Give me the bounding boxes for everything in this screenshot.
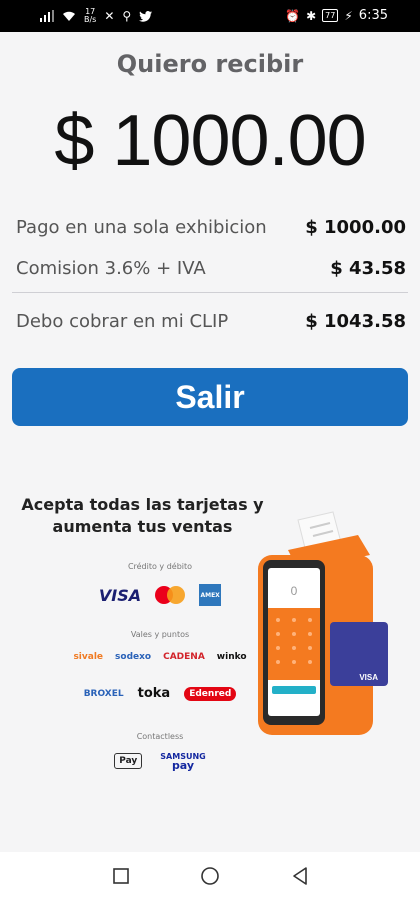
wifi-icon xyxy=(63,11,75,21)
row-value: $ 43.58 xyxy=(330,258,406,279)
summary-row-commission: Comision 3.6% + IVA $ 43.58 xyxy=(16,258,406,279)
cadeco-logo: CADENA xyxy=(163,652,205,662)
contactless-logos: Pay SAMSUNG pay xyxy=(40,752,280,772)
summary-row-total: Debo cobrar en mi CLIP $ 1043.58 xyxy=(16,311,406,332)
clock: 6:35 xyxy=(358,8,388,23)
divider xyxy=(12,292,408,293)
vouchers-label: Vales y puntos xyxy=(130,630,190,639)
bluetooth-icon: ✱ xyxy=(306,8,317,23)
exit-button[interactable]: Salir xyxy=(12,368,408,426)
page-title: Quiero recibir xyxy=(116,50,304,78)
voucher-logos-row1: sivale sodexo CADENA winko xyxy=(40,652,280,662)
data-speed: 17 B/s xyxy=(84,7,97,24)
recents-button[interactable] xyxy=(111,866,131,886)
alarm-icon: ⏰ xyxy=(285,8,301,23)
promo-headline: Acepta todas las tarjetas y aumenta tus … xyxy=(21,495,264,536)
status-bar: 17 B/s ✕ ⚲ ⏰ ✱ 77 ⚡ 6:35 xyxy=(0,0,420,32)
payment-terminal-illustration: 0 VISA xyxy=(258,511,388,735)
amount-display: $ 1000.00 xyxy=(54,101,366,181)
toka-logo: toka xyxy=(137,686,171,701)
row-value: $ 1043.58 xyxy=(305,311,406,332)
twitter-icon xyxy=(139,10,153,22)
edenred-logo: Edenred xyxy=(184,686,237,701)
apple-pay-logo: Pay xyxy=(114,753,143,769)
samsung-pay-logo: SAMSUNG pay xyxy=(160,752,206,772)
credit-debit-label: Crédito y débito xyxy=(127,562,193,571)
broxel-logo: BROXEL xyxy=(83,688,124,699)
usb-icon: ⚲ xyxy=(122,9,132,23)
row-value: $ 1000.00 xyxy=(305,217,406,238)
row-label: Comision 3.6% + IVA xyxy=(16,258,206,279)
contactless-label: Contactless xyxy=(136,732,184,741)
card-visa-mark: VISA xyxy=(359,673,378,682)
card-logos: VISA AMEX xyxy=(40,584,280,606)
amex-logo: AMEX xyxy=(199,584,222,606)
battery-indicator: 77 xyxy=(322,9,339,22)
signal-icon xyxy=(40,10,54,22)
sodexo-logo: sodexo xyxy=(115,652,152,662)
back-button[interactable] xyxy=(290,866,310,886)
summary-row-payment: Pago en una sola exhibicion $ 1000.00 xyxy=(16,217,406,238)
sivale-logo: sivale xyxy=(73,652,104,662)
home-button[interactable] xyxy=(200,866,220,886)
winko-logo: winko xyxy=(216,652,247,662)
row-label: Debo cobrar en mi CLIP xyxy=(16,311,229,332)
visa-logo: VISA xyxy=(98,585,142,605)
system-nav-bar xyxy=(0,852,420,900)
tools-icon: ✕ xyxy=(104,9,115,23)
row-label: Pago en una sola exhibicion xyxy=(16,217,267,238)
voucher-logos-row2: BROXEL toka Edenred xyxy=(40,686,280,701)
device-amount: 0 xyxy=(291,584,298,598)
mastercard-logo xyxy=(155,586,186,604)
charging-icon: ⚡ xyxy=(344,8,353,23)
promo-banner: Acepta todas las tarjetas y aumenta tus … xyxy=(0,470,420,850)
